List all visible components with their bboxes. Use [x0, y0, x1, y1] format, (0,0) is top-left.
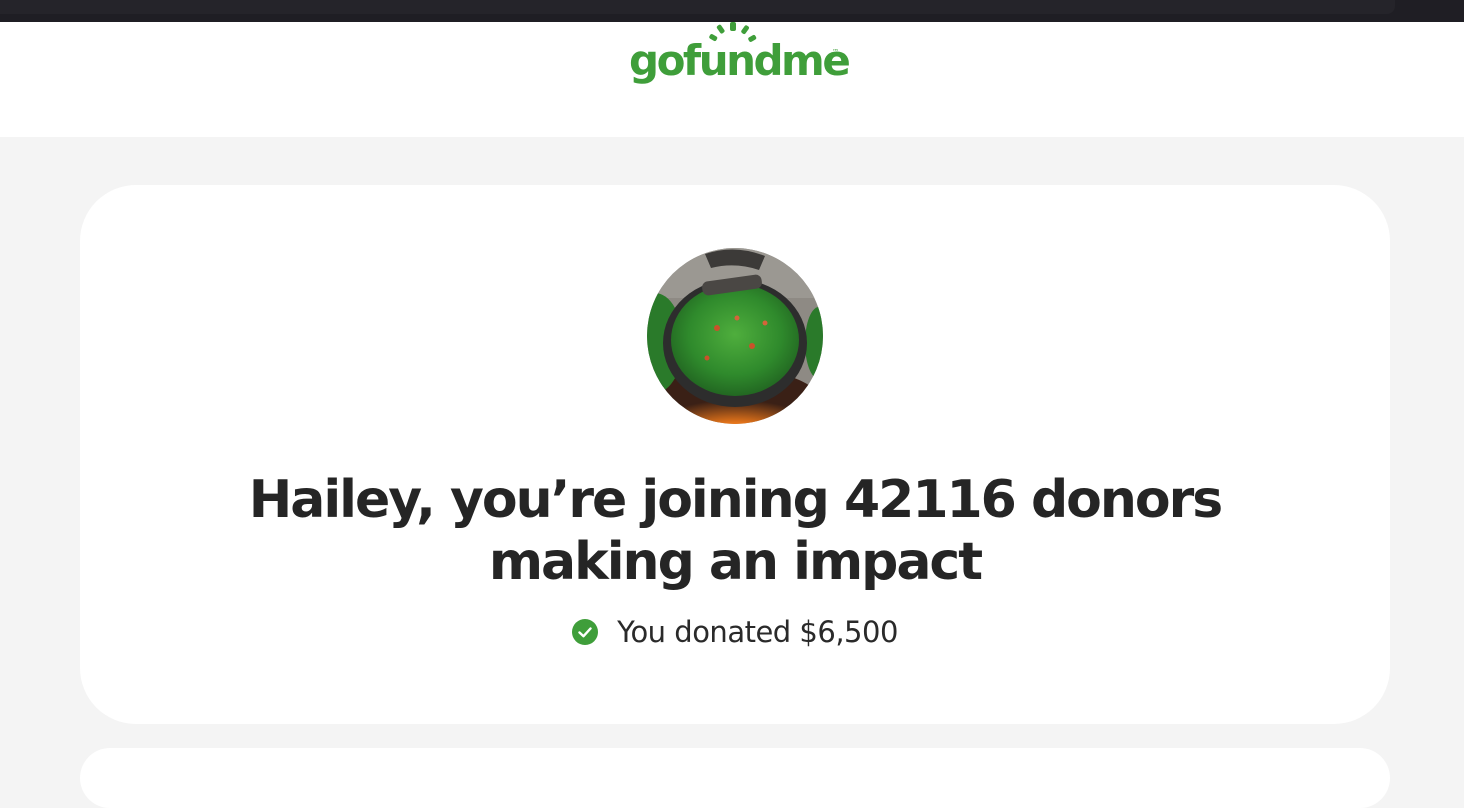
site-header: gofundme ™ — [0, 22, 1464, 137]
confirmation-headline: Hailey, you’re joining 42116 donors maki… — [80, 469, 1390, 593]
browser-top-bar-strip — [0, 0, 1395, 14]
headline-line-2: making an impact — [488, 532, 983, 592]
browser-top-bar — [0, 0, 1464, 22]
cooking-pot-image — [647, 248, 823, 424]
check-circle-icon — [572, 619, 599, 645]
next-card — [80, 748, 1390, 808]
logo-wordmark: gofundme — [629, 36, 851, 85]
campaign-avatar — [647, 248, 823, 424]
donation-amount-text: You donated $6,500 — [617, 615, 898, 649]
gofundme-logo[interactable]: gofundme ™ — [629, 22, 851, 102]
donation-confirmation-card: Hailey, you’re joining 42116 donors maki… — [80, 185, 1390, 724]
trademark-symbol: ™ — [832, 48, 839, 56]
headline-line-1: Hailey, you’re joining 42116 donors — [248, 470, 1224, 530]
donation-status: You donated $6,500 — [80, 615, 1390, 649]
